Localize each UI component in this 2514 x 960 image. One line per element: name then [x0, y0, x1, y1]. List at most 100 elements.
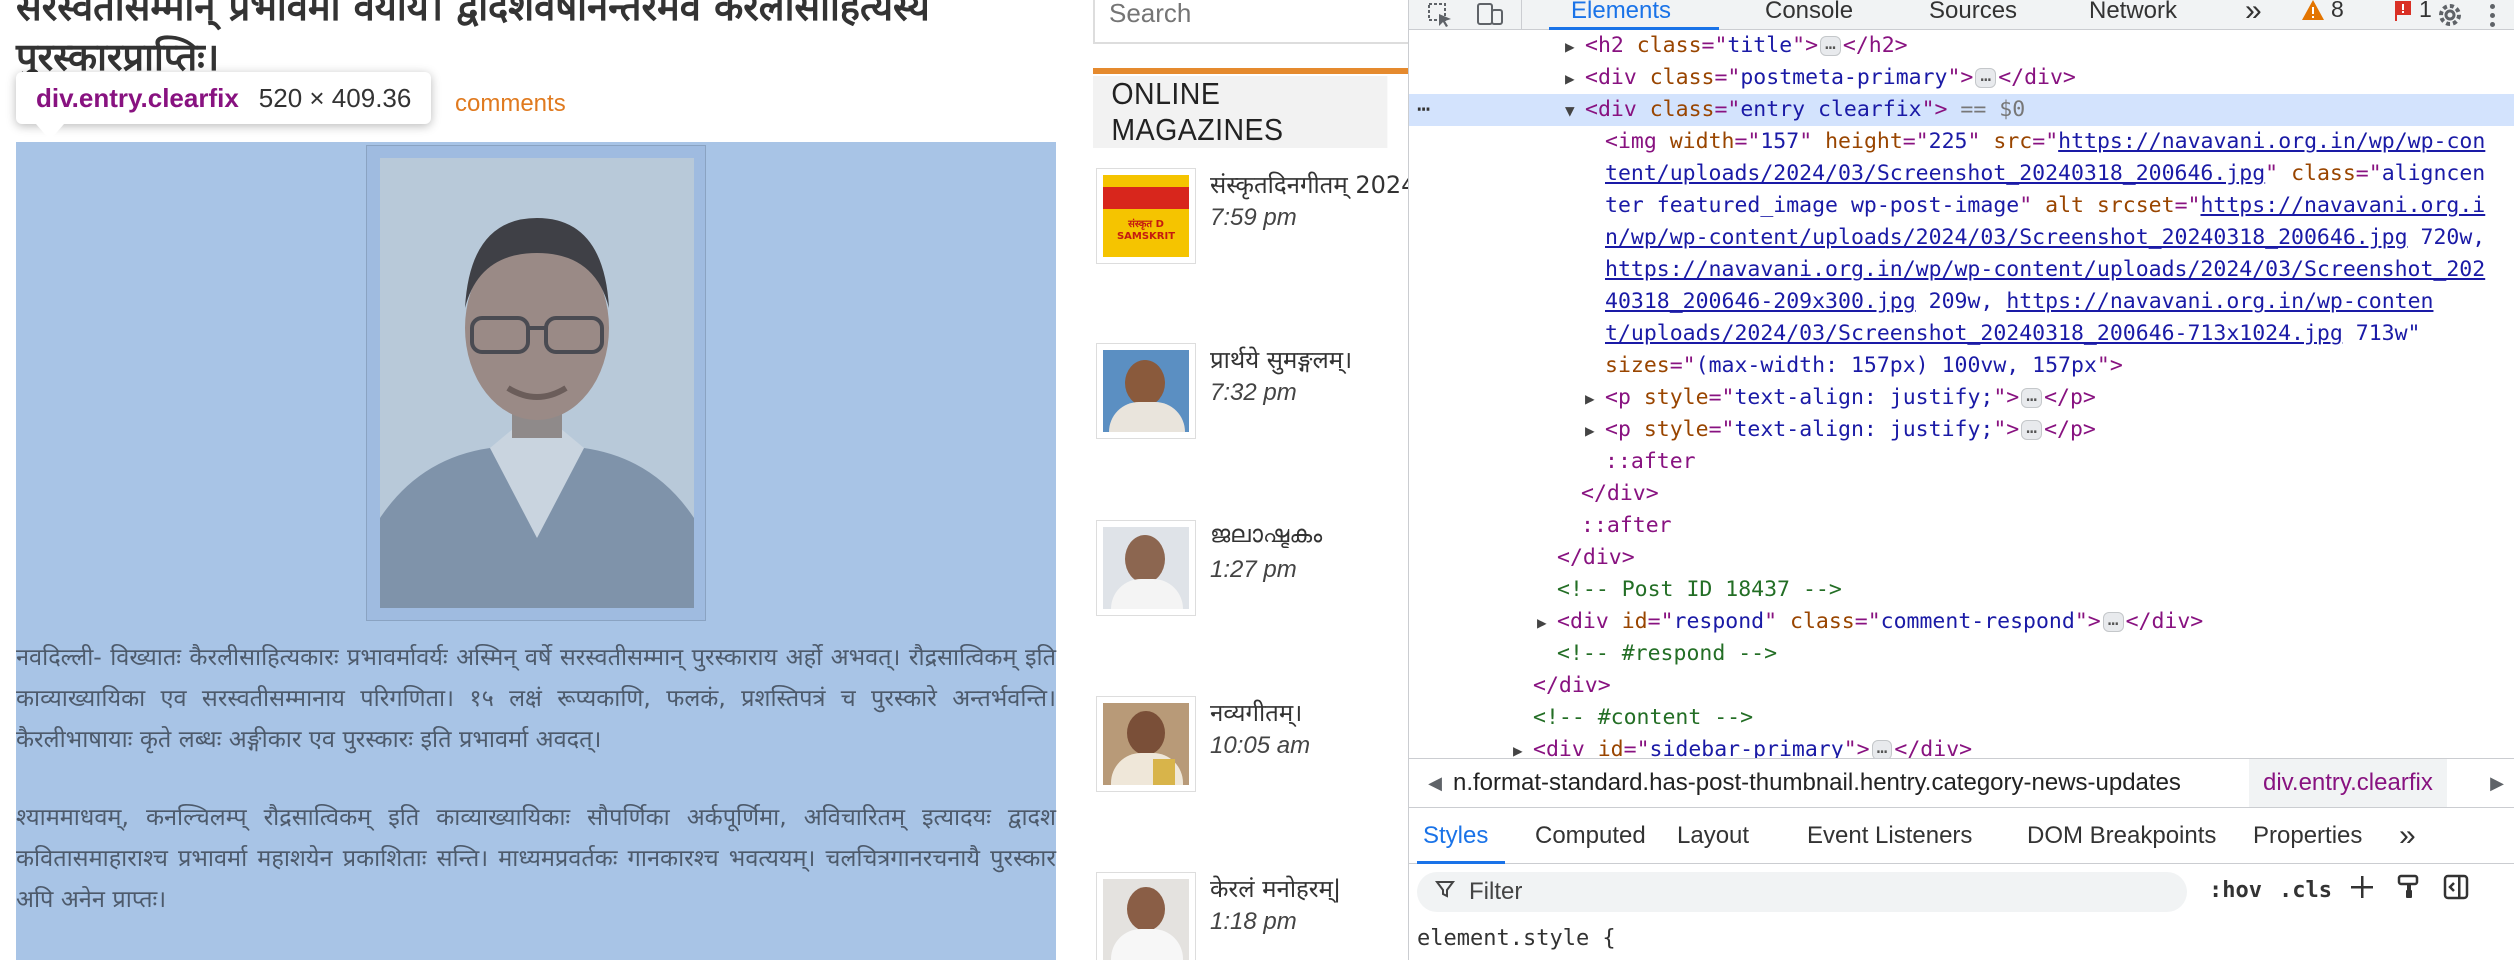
dom-comment[interactable]: <!-- #content -->	[1409, 702, 2514, 734]
magazine-item[interactable]: ജലാഷ്ടകം 1:27 pm	[1093, 520, 1408, 620]
dom-node-cont[interactable]: t/uploads/2024/03/Screenshot_20240318_20…	[1409, 318, 2514, 350]
dom-node-cont[interactable]: 40318_200646-209x300.jpg 209w, https://n…	[1409, 286, 2514, 318]
inspect-element-icon[interactable]	[1423, 0, 1457, 30]
dom-pseudo[interactable]: ::after	[1409, 510, 2514, 542]
dom-node[interactable]: ▶ <div id="sidebar-primary">… </div>	[1409, 734, 2514, 758]
dom-comment[interactable]: <!-- Post ID 18437 -->	[1409, 574, 2514, 606]
errors-count: 1	[2419, 0, 2432, 22]
tab-console[interactable]: Console	[1765, 0, 1853, 30]
magazine-item[interactable]: संस्कृत D SAMSKRIT संस्कृतदिनगीतम् 2024 …	[1093, 168, 1408, 268]
tab-layout[interactable]: Layout	[1677, 808, 1749, 864]
magazine-thumbnail[interactable]	[1096, 520, 1196, 616]
collapsed-content[interactable]: …	[1975, 67, 1997, 88]
collapse-triangle-icon[interactable]: ▼	[1565, 95, 1585, 127]
expand-triangle-icon[interactable]: ▶	[1585, 415, 1605, 447]
entry-paragraph-1: नवदिल्ली- विख्यातः कैरलीसाहित्यकारः प्रभ…	[16, 643, 1056, 753]
settings-gear-icon[interactable]	[2435, 0, 2465, 30]
warnings-counter[interactable]: 8	[2301, 0, 2344, 23]
new-style-rule-icon[interactable]	[2349, 874, 2375, 907]
filter-placeholder: Filter	[1469, 878, 1523, 905]
dom-node-selected[interactable]: ⋯ ▼ <div class="entry clearfix"> == $0	[1409, 94, 2514, 126]
dom-comment[interactable]: <!-- #respond -->	[1409, 638, 2514, 670]
dom-node[interactable]: ▶ <h2 class="title">… </h2>	[1409, 30, 2514, 62]
expand-triangle-icon[interactable]: ▶	[1565, 31, 1585, 63]
collapsed-content[interactable]: …	[1820, 35, 1841, 56]
magazine-title[interactable]: प्रार्थये सुमङ्गलम्।	[1210, 343, 1408, 376]
magazine-thumbnail[interactable]	[1096, 343, 1196, 439]
magazine-title[interactable]: नव्यगीतम्।	[1210, 696, 1408, 729]
dom-node[interactable]: ▶ <div id="respond" class="comment-respon…	[1409, 606, 2514, 638]
magazine-time: 10:05 am	[1210, 732, 1311, 759]
expand-triangle-icon[interactable]: ▶	[1537, 607, 1557, 639]
errors-counter[interactable]: 1	[2393, 0, 2432, 23]
magazine-title[interactable]: ജലാഷ്ടകം	[1210, 520, 1408, 548]
tab-network[interactable]: Network	[2089, 0, 2177, 30]
breadcrumb-left-arrow-icon[interactable]: ◀	[1417, 759, 1453, 807]
magazine-time: 1:27 pm	[1210, 556, 1297, 583]
dom-node[interactable]: ▶ <p style="text-align: justify;">… </p>	[1409, 414, 2514, 446]
dom-node[interactable]: ▶ <div class="postmeta-primary">… </div>	[1409, 62, 2514, 94]
search-input[interactable]	[1095, 0, 1408, 42]
class-toggle[interactable]: .cls	[2279, 878, 2332, 903]
dom-close-tag[interactable]: </div>	[1409, 670, 2514, 702]
magazine-title[interactable]: केरलं मनोहरम्|	[1210, 872, 1408, 905]
element-style-rule[interactable]: element.style {	[1409, 920, 2514, 960]
dom-node-cont[interactable]: tent/uploads/2024/03/Screenshot_20240318…	[1409, 158, 2514, 190]
dom-node-cont[interactable]: sizes="(max-width: 157px) 100vw, 157px">	[1409, 350, 2514, 382]
breadcrumb-current[interactable]: div.entry.clearfix	[2249, 759, 2447, 807]
magazine-time: 1:18 pm	[1210, 908, 1297, 935]
close-devtools-icon[interactable]: ✕	[2509, 0, 2514, 30]
magazine-title[interactable]: संस्कृतदिनगीतम् 2024	[1210, 168, 1408, 201]
tab-sources[interactable]: Sources	[1929, 0, 2017, 30]
tooltip-selector: div.entry.clearfix	[36, 82, 239, 113]
post-title[interactable]: सरस्वतीसम्मान् प्रभावर्मा वर्याय। द्वादश…	[16, 0, 1056, 82]
toggle-sidebar-icon[interactable]	[2443, 874, 2469, 907]
tooltip-size: 520 × 409.36	[258, 82, 412, 113]
magazine-time: 7:59 pm	[1210, 204, 1297, 231]
comments-link[interactable]: comments	[455, 90, 566, 118]
kebab-menu-icon[interactable]	[2479, 0, 2505, 30]
magazine-thumbnail[interactable]: संस्कृत D SAMSKRIT	[1096, 168, 1196, 264]
dom-node-cont[interactable]: n/wp/wp-content/uploads/2024/03/Screensh…	[1409, 222, 2514, 254]
collapsed-content[interactable]: …	[2021, 387, 2043, 408]
tab-styles[interactable]: Styles	[1423, 808, 1488, 864]
dom-close-tag[interactable]: </div>	[1409, 542, 2514, 574]
tab-elements[interactable]: Elements	[1571, 0, 1671, 30]
dom-close-tag[interactable]: </div>	[1409, 478, 2514, 510]
tab-computed[interactable]: Computed	[1535, 808, 1646, 864]
node-actions-icon[interactable]: ⋯	[1417, 94, 1430, 126]
sidebar-search[interactable]	[1093, 0, 1408, 44]
styles-filter-input[interactable]: Filter	[1417, 872, 2187, 912]
tab-properties[interactable]: Properties	[2253, 808, 2362, 864]
breadcrumb-right-arrow-icon[interactable]: ▶	[2479, 759, 2514, 807]
tab-event-listeners[interactable]: Event Listeners	[1807, 808, 1972, 864]
magazine-item[interactable]: प्रार्थये सुमङ्गलम्। 7:32 pm	[1093, 343, 1408, 443]
thumbnail-text: संस्कृत D SAMSKRIT	[1116, 219, 1176, 242]
widget-divider	[1093, 68, 1408, 74]
magazine-item[interactable]: नव्यगीतम्। 10:05 am	[1093, 696, 1408, 796]
featured-image[interactable]	[380, 158, 694, 608]
paint-brush-icon[interactable]	[2397, 874, 2421, 907]
expand-triangle-icon[interactable]: ▶	[1513, 735, 1533, 758]
dom-node[interactable]: <img width="157" height="225" src="https…	[1409, 126, 2514, 158]
dom-node-cont[interactable]: ter featured_image wp-post-image" alt sr…	[1409, 190, 2514, 222]
more-tabs-button[interactable]: »	[2245, 0, 2262, 30]
dom-pseudo[interactable]: ::after	[1409, 446, 2514, 478]
magazine-item[interactable]: केरलं मनोहरम्| 1:18 pm	[1093, 872, 1408, 960]
expand-triangle-icon[interactable]: ▶	[1585, 383, 1605, 415]
collapsed-content[interactable]: …	[1871, 739, 1893, 758]
breadcrumb-path[interactable]: n.format-standard.has-post-thumbnail.hen…	[1453, 769, 2181, 797]
dom-node[interactable]: ▶ <p style="text-align: justify;">… </p>	[1409, 382, 2514, 414]
hover-state-toggle[interactable]: :hov	[2209, 878, 2262, 903]
expand-triangle-icon[interactable]: ▶	[1565, 63, 1585, 95]
magazine-thumbnail[interactable]	[1096, 872, 1196, 960]
dom-node-cont[interactable]: https://navavani.org.in/wp/wp-content/up…	[1409, 254, 2514, 286]
collapsed-content[interactable]: …	[2021, 419, 2043, 440]
portrait-photo	[380, 158, 694, 608]
magazine-thumbnail[interactable]	[1096, 696, 1196, 792]
collapsed-content[interactable]: …	[2102, 611, 2124, 632]
tab-dom-breakpoints[interactable]: DOM Breakpoints	[2027, 808, 2216, 864]
more-subtabs-button[interactable]: »	[2399, 808, 2416, 864]
dom-tree[interactable]: ▶ <h2 class="title">… </h2> ▶ <div class="p…	[1409, 30, 2514, 758]
device-toolbar-icon[interactable]	[1473, 0, 1507, 30]
